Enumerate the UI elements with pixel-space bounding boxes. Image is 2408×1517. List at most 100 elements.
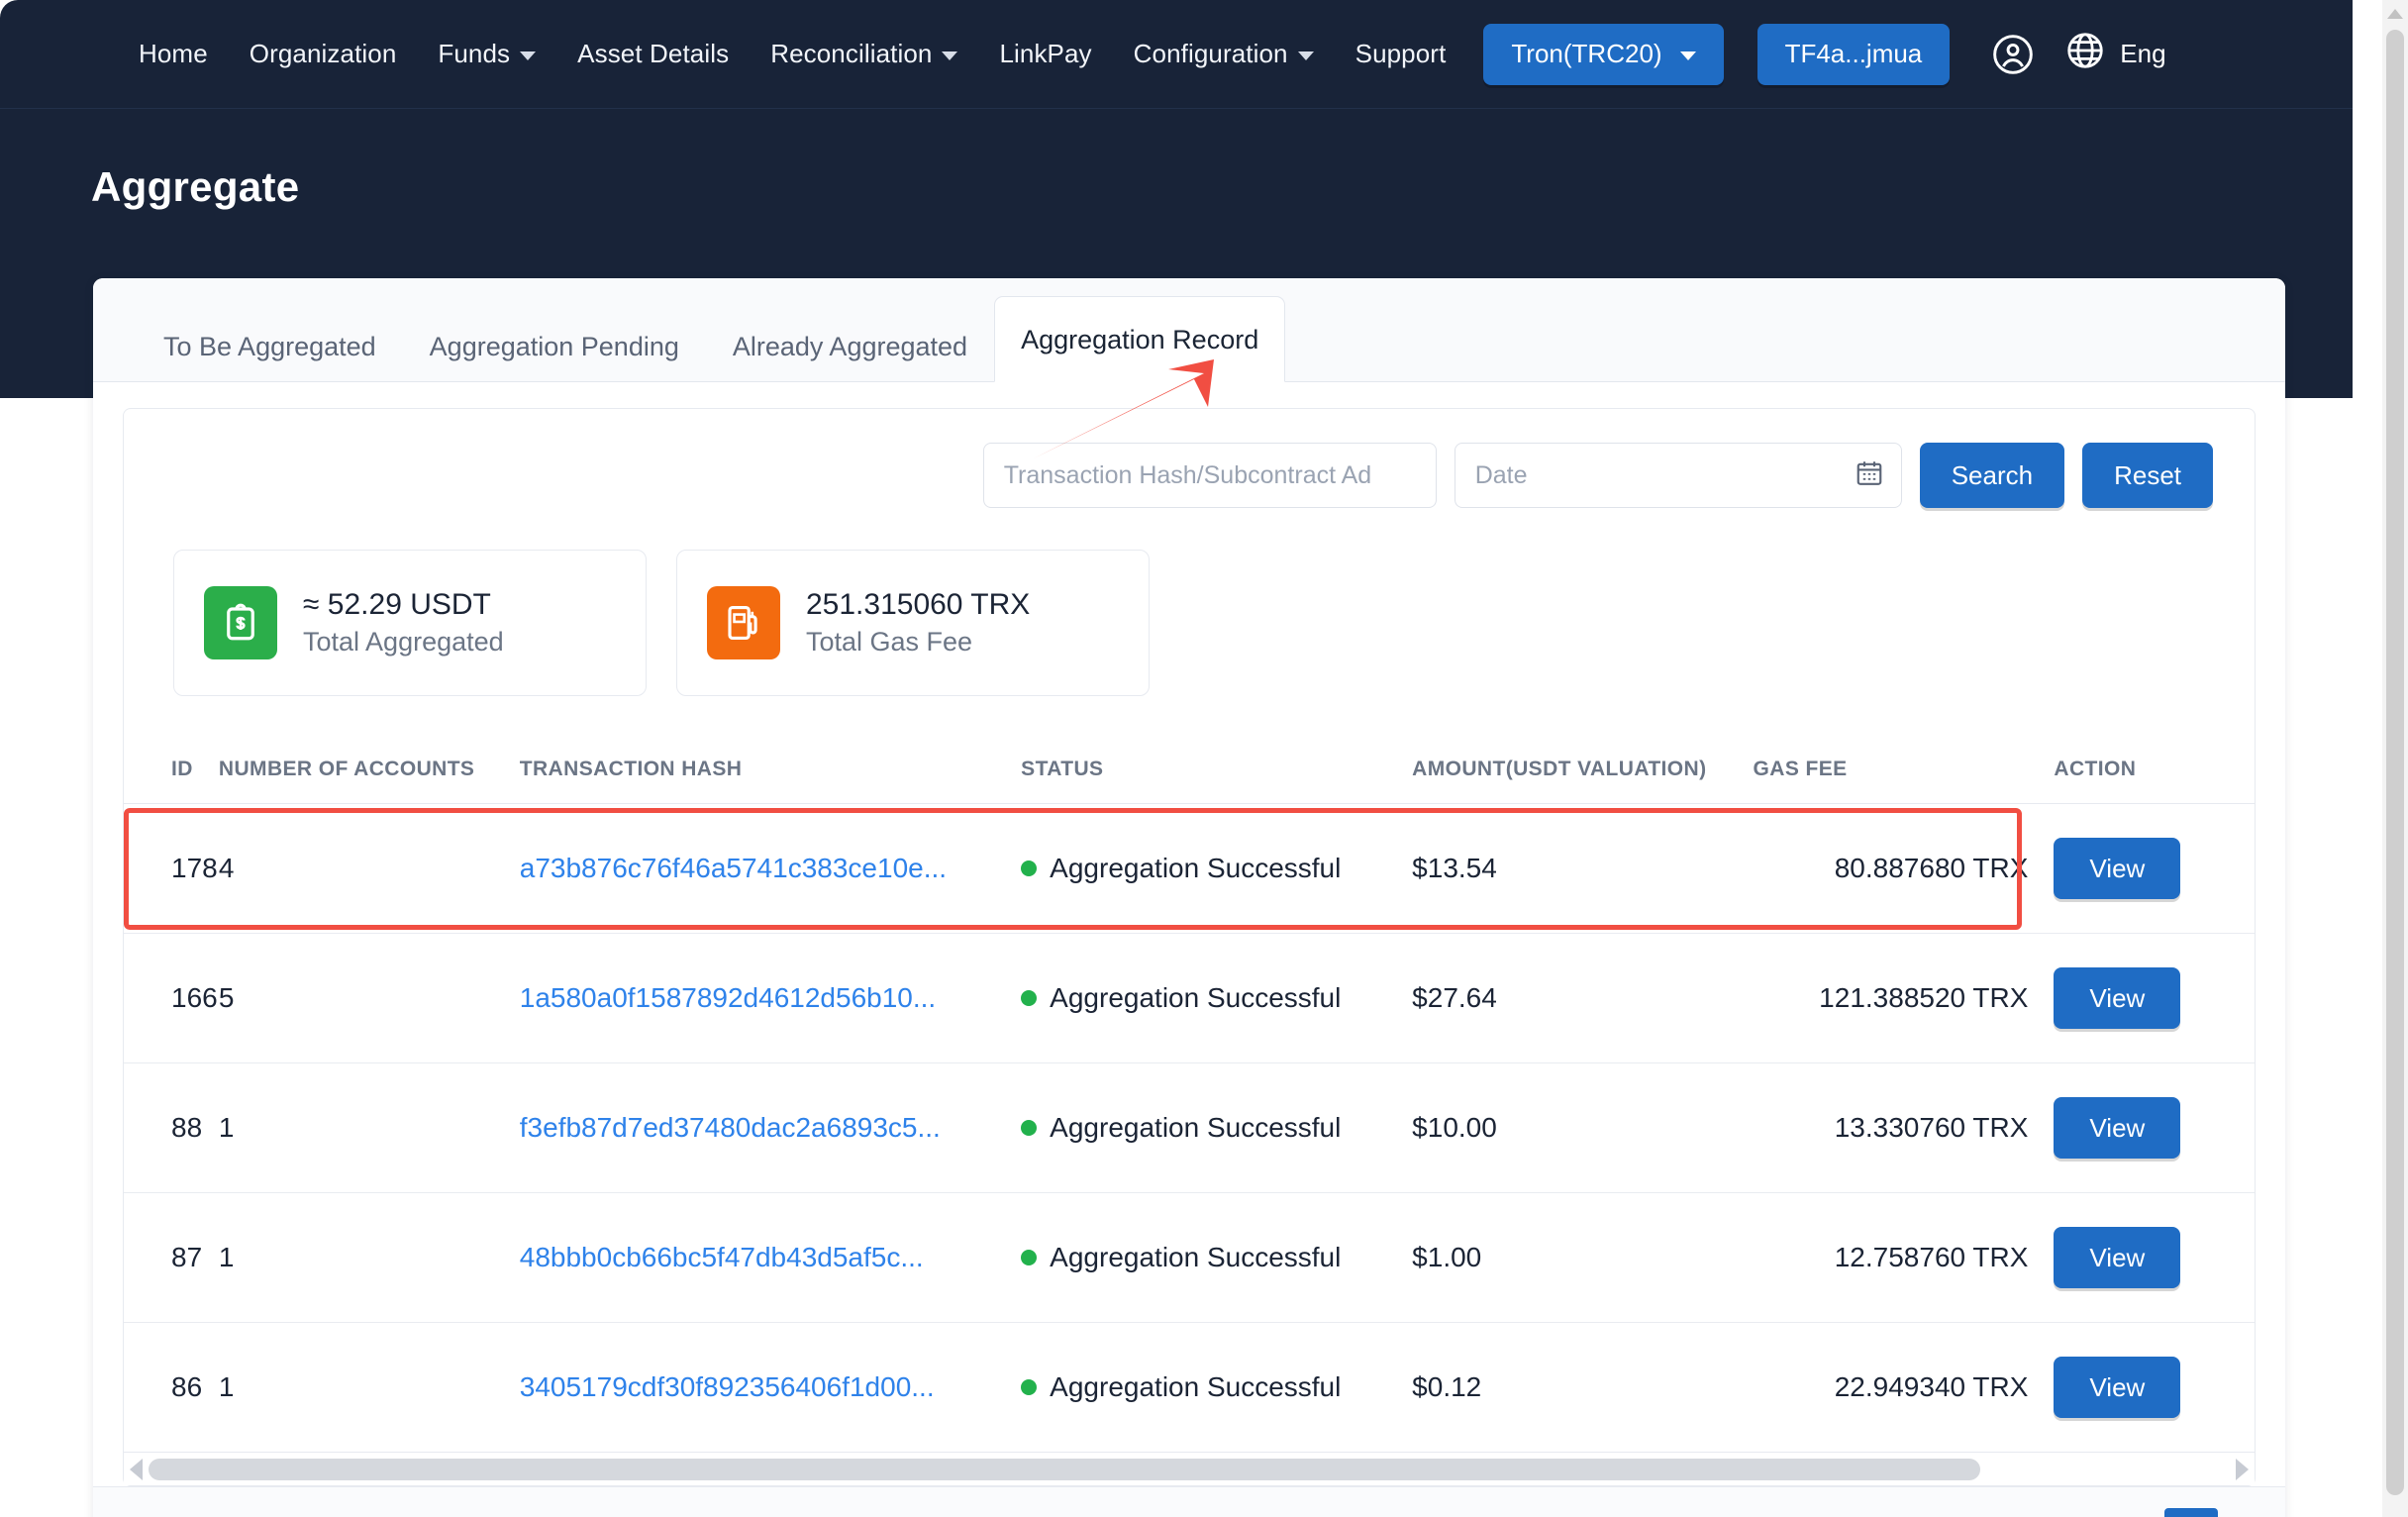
status-badge: Aggregation Successful [1021,1112,1412,1144]
nav-item-configuration[interactable]: Configuration [1134,39,1314,69]
column-header-gas-fee: GAS FEE [1753,738,2055,804]
chevron-down-icon [1679,51,1696,60]
scroll-up-arrow-icon[interactable] [2387,9,2403,19]
language-selector[interactable]: Eng [2064,30,2166,78]
nav-item-linkpay[interactable]: LinkPay [999,39,1091,69]
tab-label: Aggregation Pending [429,332,679,361]
column-header-amount: AMOUNT(USDT VALUATION) [1412,738,1754,804]
table-header-row: ID NUMBER OF ACCOUNTS TRANSACTION HASH S… [124,738,2255,804]
reset-button-label: Reset [2114,459,2181,490]
tab-aggregation-record[interactable]: Aggregation Record [994,296,1286,382]
network-selector-button[interactable]: Tron(TRC20) [1483,23,1724,85]
table-row[interactable]: 86 1 3405179cdf30f892356406f1d00... Aggr… [124,1323,2255,1453]
table-head: ID NUMBER OF ACCOUNTS TRANSACTION HASH S… [124,738,2255,804]
nav-item-support[interactable]: Support [1355,39,1447,69]
scrollbar-track[interactable] [149,1458,2230,1480]
cell-action: View [2054,1323,2255,1453]
nav-label: Organization [249,39,397,68]
wallet-address-button[interactable]: TF4a...jmua [1756,23,1951,85]
cell-number-of-accounts: 4 [218,803,520,934]
nav-label: Support [1354,39,1447,68]
date-input[interactable] [1454,443,1902,508]
status-badge: Aggregation Successful [1021,982,1412,1014]
tab-aggregation-pending[interactable]: Aggregation Pending [403,310,706,382]
scroll-right-arrow-icon[interactable] [2236,1458,2249,1480]
status-dot-icon [1021,1379,1038,1395]
app-page: Home Organization Funds Asset Details Re… [0,0,2408,1517]
table-row[interactable]: 166 5 1a580a0f1587892d4612d56b10... Aggr… [124,933,2255,1063]
view-button[interactable]: View [2054,1227,2181,1288]
scroll-left-arrow-icon[interactable] [130,1458,143,1480]
nav-item-asset-details[interactable]: Asset Details [577,39,729,69]
nav-item-reconciliation[interactable]: Reconciliation [770,39,958,69]
language-label: Eng [2120,39,2166,68]
stat-card-total-aggregated: ≈ 52.29 USDT Total Aggregated [173,550,647,696]
chevron-down-icon [520,51,537,60]
view-button[interactable]: View [2054,1357,2181,1418]
cell-gas-fee: 22.949340 TRX [1834,1371,2029,1402]
search-button[interactable]: Search [1919,443,2065,508]
cell-id: 86 [171,1371,203,1402]
transaction-hash-link[interactable]: 1a580a0f1587892d4612d56b10... [520,982,936,1013]
status-dot-icon [1021,990,1038,1006]
view-button[interactable]: View [2054,1097,2181,1159]
cell-status: Aggregation Successful [1021,1192,1413,1323]
top-navbar: Home Organization Funds Asset Details Re… [0,0,2353,109]
cell-id: 166 [124,933,219,1063]
wallet-label: TF4a...jmua [1784,39,1923,68]
table-row[interactable]: 87 1 48bbb0cb66bc5f47db43d5af5c... Aggre… [124,1192,2255,1323]
cell-transaction-hash: 48bbb0cb66bc5f47db43d5af5c... [519,1192,1022,1323]
stat-value: 251.315060 TRX [806,588,1031,622]
view-button[interactable]: View [2054,967,2181,1029]
transaction-hash-link[interactable]: 48bbb0cb66bc5f47db43d5af5c... [520,1242,924,1272]
cell-id: 178 [124,803,219,934]
browser-scrollbar[interactable] [2382,0,2408,1517]
tab-to-be-aggregated[interactable]: To Be Aggregated [137,310,403,382]
reset-button[interactable]: Reset [2082,443,2213,508]
nav-item-organization[interactable]: Organization [250,39,397,69]
status-badge: Aggregation Successful [1021,1242,1412,1273]
pagination-page-1[interactable]: 1 [2164,1507,2218,1517]
column-header-number-of-accounts: NUMBER OF ACCOUNTS [218,738,520,804]
transaction-hash-link[interactable]: 3405179cdf30f892356406f1d00... [520,1371,935,1402]
gas-pump-icon [707,586,780,659]
column-header-status: STATUS [1021,738,1413,804]
table-horizontal-scrollbar[interactable] [124,1452,2255,1485]
table-row[interactable]: 178 4 a73b876c76f46a5741c383ce10e... Agg… [124,803,2255,934]
transaction-hash-link[interactable]: f3efb87d7ed37480dac2a6893c5... [520,1112,941,1143]
nav-item-funds[interactable]: Funds [438,39,537,69]
summary-cards: ≈ 52.29 USDT Total Aggregated 251.315060… [124,508,2255,696]
browser-scrollbar-thumb[interactable] [2386,30,2404,1495]
view-button[interactable]: View [2054,838,2181,899]
search-input[interactable] [982,443,1437,508]
tab-already-aggregated[interactable]: Already Aggregated [706,310,994,382]
nav-label: Home [139,39,208,68]
column-header-transaction-hash: TRANSACTION HASH [519,738,1022,804]
table-container: ID NUMBER OF ACCOUNTS TRANSACTION HASH S… [124,738,2255,1452]
main-card: To Be Aggregated Aggregation Pending Alr… [93,278,2285,1517]
status-dot-icon [1021,860,1038,876]
account-circle-icon[interactable] [1991,33,2035,76]
transaction-hash-link[interactable]: a73b876c76f46a5741c383ce10e... [520,853,947,883]
date-field-wrapper [1454,443,1902,508]
stat-value: ≈ 52.29 USDT [303,588,491,622]
page-title: Aggregate [91,163,300,210]
cell-gas-fee: 121.388520 TRX [1753,933,2055,1063]
network-label: Tron(TRC20) [1511,39,1662,68]
nav-label: Asset Details [577,39,730,68]
stat-card-total-gas-fee: 251.315060 TRX Total Gas Fee [676,550,1150,696]
table-footer: Showing 1 to 5 of 5 entries ‹ 1 › [93,1486,2285,1517]
status-label: Aggregation Successful [1050,982,1342,1013]
cell-amount: $10.00 [1412,1062,1754,1193]
tab-label: To Be Aggregated [163,332,376,361]
stat-text: 251.315060 TRX Total Gas Fee [806,586,1030,658]
content-panel: Search Reset [123,408,2256,1486]
nav-item-home[interactable]: Home [139,39,208,69]
scrollbar-thumb[interactable] [149,1458,1980,1480]
column-header-action: ACTION [2054,738,2255,804]
stat-text: ≈ 52.29 USDT Total Aggregated [303,586,504,658]
globe-icon [2064,30,2106,78]
table-row[interactable]: 88 1 f3efb87d7ed37480dac2a6893c5... Aggr… [124,1062,2255,1193]
tab-label: Already Aggregated [732,332,968,361]
clipboard-dollar-icon [204,586,277,659]
